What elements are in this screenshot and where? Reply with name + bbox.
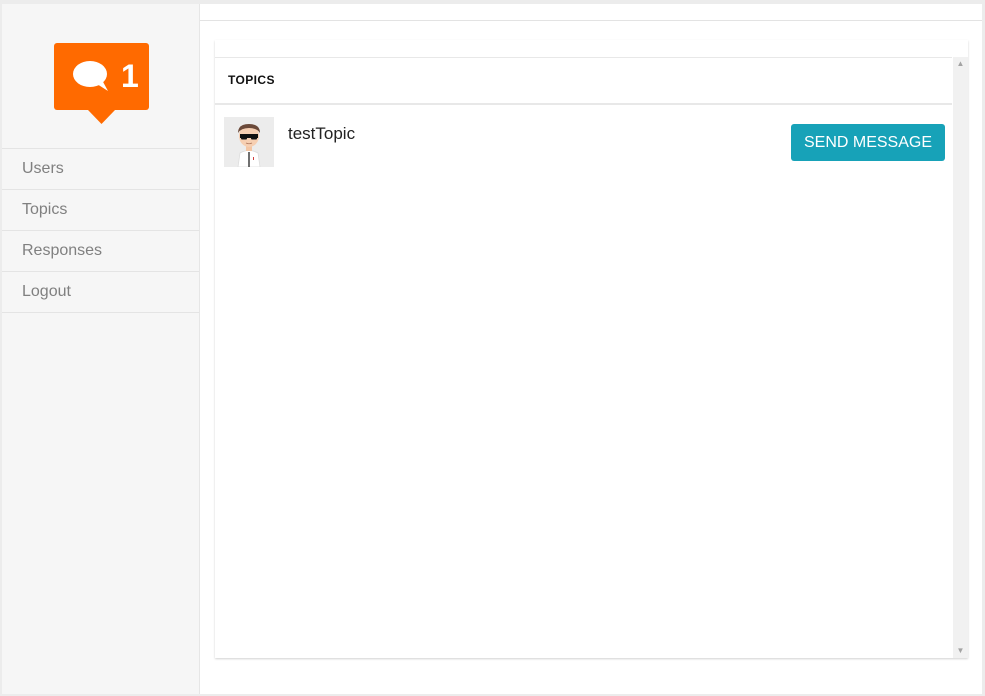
user-avatar-icon [224,117,274,168]
sidebar-item-responses[interactable]: Responses [2,231,199,272]
sidebar-item-users[interactable]: Users [2,149,199,190]
send-message-button[interactable]: SEND MESSAGE [791,124,945,161]
panel-content: TOPICS testTopic SEND MESSAGE [215,40,952,658]
top-bar [200,4,982,21]
sidebar-item-logout[interactable]: Logout [2,272,199,313]
app-window: 1 Users Topics Responses Logout TOPICS t… [2,4,982,694]
sidebar-nav: Users Topics Responses Logout [2,148,199,313]
brand-logo[interactable]: 1 [54,43,149,124]
vertical-scrollbar[interactable]: ▲ ▼ [953,57,968,658]
sidebar-item-topics[interactable]: Topics [2,190,199,231]
chat-notification-icon: 1 [54,43,149,124]
chevron-up-icon[interactable]: ▲ [953,57,968,71]
logo-count: 1 [121,58,139,94]
topics-panel: TOPICS testTopic SEND MESSAGE ▲ ▼ [215,40,968,658]
topic-name[interactable]: testTopic [288,124,355,144]
chevron-down-icon[interactable]: ▼ [953,644,968,658]
panel-header: TOPICS [215,57,952,105]
panel-title: TOPICS [228,73,275,87]
sidebar: 1 Users Topics Responses Logout [2,4,200,694]
topic-row: testTopic SEND MESSAGE [215,104,952,172]
